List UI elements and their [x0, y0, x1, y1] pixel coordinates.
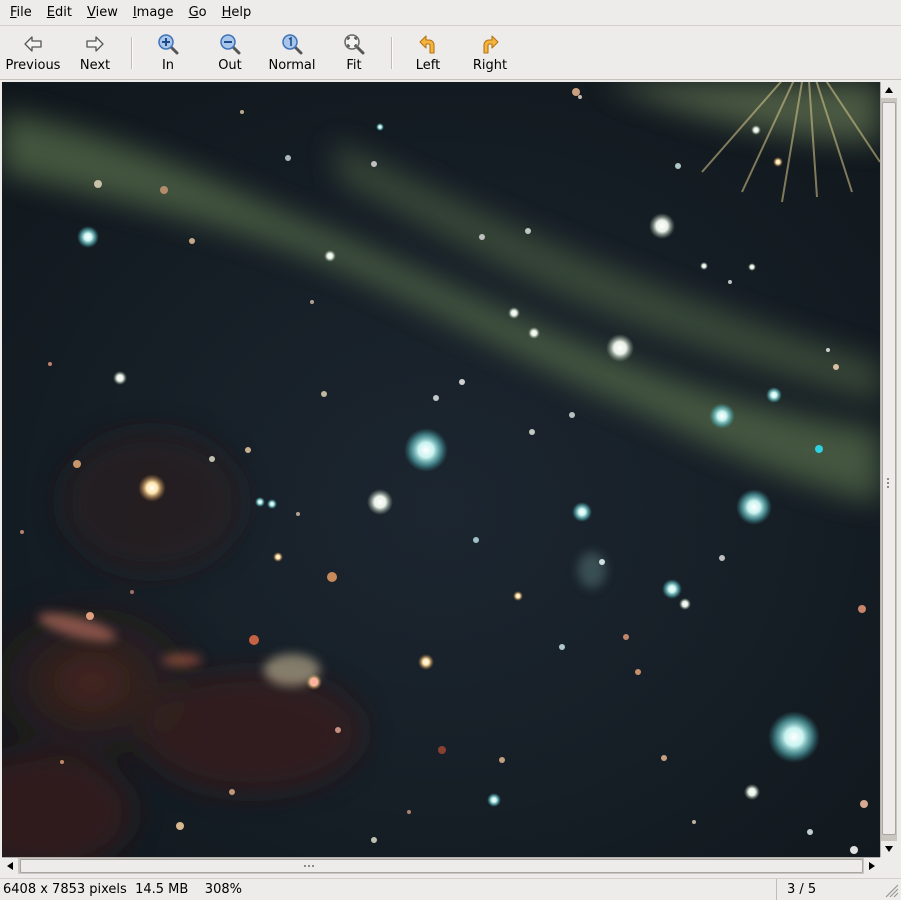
- arrow-left-icon: [24, 36, 42, 52]
- vertical-scrollbar[interactable]: [880, 82, 897, 857]
- rotate-left-icon: [419, 35, 435, 54]
- rotate-left-button[interactable]: Left: [397, 27, 459, 79]
- zoom-fit-button[interactable]: Fit: [323, 27, 385, 79]
- zoom-normal-label: Normal: [268, 58, 316, 73]
- status-bar: 6408 x 7853 pixels 14.5 MB 308% 3 / 5: [0, 878, 901, 900]
- next-label: Next: [79, 58, 111, 73]
- menu-file[interactable]: File: [2, 0, 39, 26]
- image-viewport[interactable]: [2, 82, 880, 857]
- scroll-right-button[interactable]: [864, 858, 880, 874]
- menu-help-label: elp: [231, 4, 252, 20]
- arrow-up-icon: [885, 87, 893, 93]
- resize-grip-icon[interactable]: [883, 882, 899, 898]
- menu-edit[interactable]: Edit: [39, 0, 79, 26]
- astro-image: [2, 82, 880, 857]
- next-button[interactable]: Next: [64, 27, 126, 79]
- horizontal-scrollbar[interactable]: [2, 857, 880, 874]
- rotate-right-label: Right: [472, 58, 508, 73]
- page-indicator: 3 / 5: [776, 879, 874, 900]
- arrow-left-small-icon: [7, 862, 13, 870]
- scroll-left-button[interactable]: [2, 858, 18, 874]
- menu-help-mnemonic: H: [221, 4, 232, 20]
- zoom-out-label: Out: [218, 58, 242, 73]
- arrow-right-small-icon: [869, 862, 875, 870]
- menu-edit-label: dit: [55, 4, 72, 20]
- rotate-left-label: Left: [415, 58, 441, 73]
- menu-go-mnemonic: G: [188, 4, 199, 20]
- rotate-right-button[interactable]: Right: [459, 27, 521, 79]
- menu-edit-mnemonic: E: [46, 4, 55, 20]
- grip-icon: [887, 478, 889, 488]
- menu-file-label: ile: [16, 4, 32, 20]
- scroll-up-button[interactable]: [881, 82, 897, 98]
- menu-image[interactable]: Image: [125, 0, 181, 26]
- toolbar-separator: [131, 37, 132, 69]
- menu-go[interactable]: Go: [181, 0, 214, 26]
- toolbar-separator: [391, 37, 392, 69]
- toolbar: Previous Next In Out Normal Fit Left Rig…: [0, 27, 901, 80]
- zoom-fit-label: Fit: [346, 58, 362, 73]
- zoom-normal-button[interactable]: Normal: [261, 27, 323, 79]
- menu-bar: File Edit View Image Go Help: [0, 0, 901, 26]
- previous-label: Previous: [5, 58, 61, 73]
- arrow-down-icon: [885, 846, 893, 852]
- menu-view[interactable]: View: [79, 0, 125, 26]
- previous-button[interactable]: Previous: [2, 27, 64, 79]
- menu-view-mnemonic: V: [86, 4, 96, 20]
- arrow-right-icon: [86, 36, 104, 52]
- rotate-right-icon: [483, 35, 499, 54]
- zoom-out-button[interactable]: Out: [199, 27, 261, 79]
- menu-go-label: o: [198, 4, 207, 20]
- menu-image-label: mage: [136, 4, 174, 20]
- zoom-in-icon: [158, 34, 179, 55]
- zoom-100-icon: [282, 34, 303, 55]
- horizontal-scroll-thumb[interactable]: [20, 859, 863, 873]
- zoom-out-icon: [220, 34, 241, 55]
- menu-help[interactable]: Help: [214, 0, 259, 26]
- image-info: 6408 x 7853 pixels 14.5 MB 308%: [3, 882, 242, 897]
- zoom-in-label: In: [161, 58, 175, 73]
- vertical-scroll-thumb[interactable]: [882, 102, 896, 835]
- menu-view-label: iew: [95, 4, 118, 20]
- scrollbar-corner: [880, 857, 897, 874]
- grip-icon: [304, 865, 314, 867]
- scroll-down-button[interactable]: [881, 841, 897, 857]
- zoom-in-button[interactable]: In: [137, 27, 199, 79]
- zoom-fit-icon: [344, 34, 365, 55]
